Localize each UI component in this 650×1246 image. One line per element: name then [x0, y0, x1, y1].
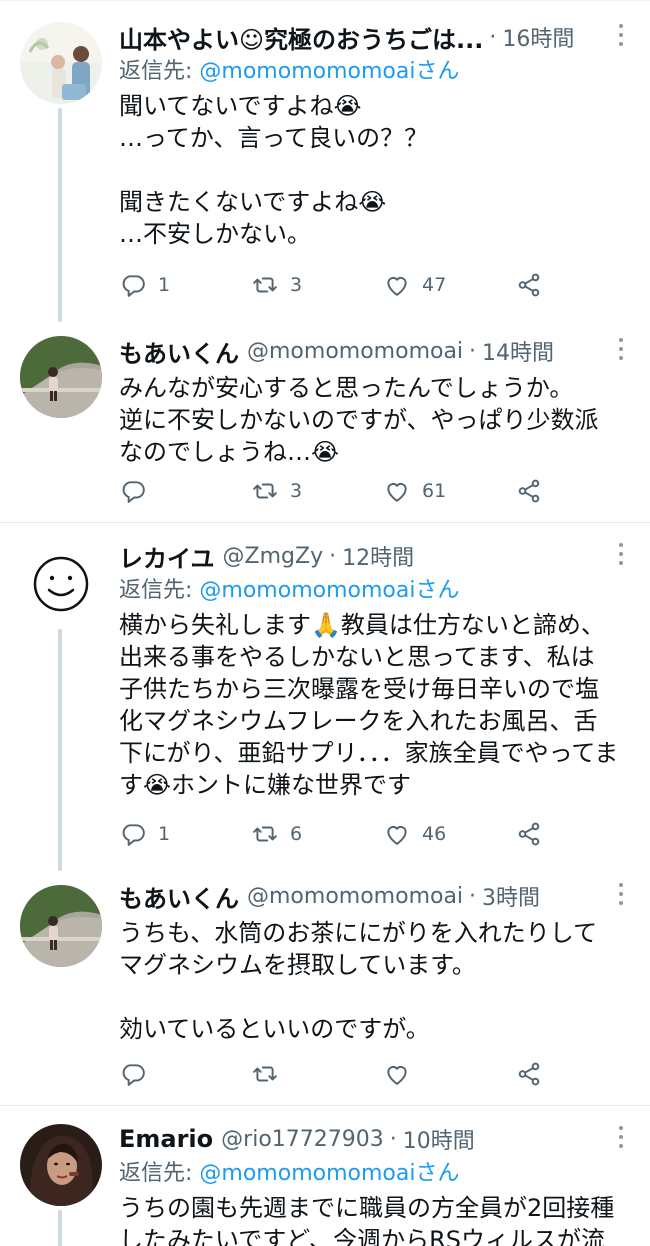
action-bar: 1 3 47: [0, 270, 650, 300]
user-name[interactable]: Emario: [119, 1125, 213, 1153]
like-count: 61: [422, 480, 447, 502]
thread-line: [58, 1210, 62, 1246]
avatar[interactable]: [20, 336, 102, 418]
share-icon: [518, 1062, 540, 1086]
retweet-button[interactable]: 3: [252, 270, 302, 300]
retweet-icon: [253, 1066, 277, 1082]
share-button[interactable]: [516, 476, 542, 506]
avatar[interactable]: [20, 543, 102, 625]
reply-to: 返信先: @momomomomoaiさん: [119, 575, 630, 607]
action-bar: [0, 1059, 650, 1089]
tweet-text: うちも、水筒のお茶ににがりを入れたりして マグネシウムを摂取しています。 効いて…: [119, 919, 598, 1043]
tweet-3[interactable]: レカイユ @ZmgZy · 12時間 返信先: @momomomomoaiさん …: [0, 523, 650, 871]
user-name[interactable]: もあいくん: [119, 879, 239, 914]
reply-icon: [122, 1064, 145, 1086]
share-button[interactable]: [516, 1059, 542, 1089]
reply-button[interactable]: [120, 476, 158, 506]
tweet-2[interactable]: もあいくん @momomomomoai · 14時間 みんなが安心すると思ったん…: [0, 318, 650, 522]
more-icon[interactable]: [618, 883, 624, 909]
like-button[interactable]: 61: [384, 476, 446, 506]
action-bar: 1 6 46: [0, 819, 650, 849]
user-handle[interactable]: @momomomomoai: [247, 884, 463, 909]
retweet-icon: [253, 277, 277, 293]
retweet-icon: [253, 826, 277, 842]
retweet-button[interactable]: 6: [252, 819, 302, 849]
retweet-count: 3: [290, 480, 303, 502]
like-button[interactable]: 46: [384, 819, 446, 849]
share-icon: [518, 479, 540, 503]
reply-to: 返信先: @momomomomoaiさん: [119, 56, 630, 88]
separator-dot: ·: [389, 1126, 397, 1152]
action-bar: 3 61: [0, 476, 650, 506]
reply-button[interactable]: 1: [120, 819, 170, 849]
user-handle[interactable]: @momomomomoai: [247, 339, 463, 364]
reply-button[interactable]: [120, 1059, 158, 1089]
reply-to: 返信先: @momomomomoaiさん: [119, 1158, 630, 1190]
share-button[interactable]: [516, 819, 542, 849]
tweet-text: 聞いてないですよね😭 …ってか、言って良いの？？ 聞きたくないですよね😭 …不安…: [119, 92, 429, 248]
like-button[interactable]: 47: [384, 270, 446, 300]
separator-dot: ·: [489, 24, 497, 50]
user-name[interactable]: 山本やよい☺究極のおうちごは...: [119, 20, 483, 55]
user-name[interactable]: もあいくん: [119, 334, 239, 369]
like-icon: [387, 826, 407, 845]
share-button[interactable]: [516, 270, 542, 300]
timestamp[interactable]: 12時間: [342, 540, 414, 572]
like-icon: [387, 1066, 407, 1085]
avatar[interactable]: [20, 1124, 102, 1206]
retweet-count: 6: [290, 823, 303, 845]
share-icon: [518, 822, 540, 846]
reply-to-label: 返信先:: [119, 1161, 200, 1186]
reply-count: 1: [158, 274, 171, 296]
share-icon: [518, 273, 540, 297]
separator-dot: ·: [469, 338, 477, 364]
tweet-text: みんなが安心すると思ったんでしょうか。 逆に不安しかないのですが、やっぱり少数派…: [119, 374, 599, 466]
reply-icon: [122, 481, 145, 503]
tweet-4[interactable]: もあいくん @momomomomoai · 3時間 うちも、水筒のお茶ににがりを…: [0, 863, 650, 1105]
user-handle[interactable]: @ZmgZy: [223, 544, 324, 569]
timestamp[interactable]: 10時間: [403, 1123, 475, 1155]
like-button[interactable]: [384, 1059, 422, 1089]
tweet-text: 横から失礼します🙏教員は仕方ないと諦め、 出来る事をやるしかないと思ってます、私…: [119, 611, 619, 799]
like-count: 46: [422, 823, 447, 845]
separator-dot: ·: [469, 883, 477, 909]
separator-dot: ·: [329, 543, 337, 569]
reply-icon: [122, 275, 145, 297]
tweet-5[interactable]: Emario @rio17727903 · 10時間 返信先: @momomom…: [0, 1106, 650, 1246]
reply-to-label: 返信先:: [119, 578, 200, 603]
like-count: 47: [422, 274, 447, 296]
reply-count: 1: [158, 823, 171, 845]
retweet-button[interactable]: [252, 1059, 290, 1089]
reply-to-mention[interactable]: @momomomomoaiさん: [199, 1161, 459, 1186]
retweet-count: 3: [290, 274, 303, 296]
retweet-icon: [253, 483, 277, 499]
reply-button[interactable]: 1: [120, 270, 170, 300]
user-handle[interactable]: @rio17727903: [221, 1127, 384, 1152]
reply-to-mention[interactable]: @momomomomoaiさん: [199, 578, 459, 603]
timestamp[interactable]: 14時間: [482, 335, 554, 367]
tweet-1[interactable]: 山本やよい☺究極のおうちごは... · 16時間 返信先: @momomomom…: [0, 0, 650, 322]
retweet-button[interactable]: 3: [252, 476, 302, 506]
reply-to-label: 返信先:: [119, 59, 200, 84]
more-icon[interactable]: [618, 1126, 624, 1152]
like-icon: [387, 483, 407, 502]
more-icon[interactable]: [618, 338, 624, 364]
user-name[interactable]: レカイユ: [119, 539, 215, 574]
timestamp[interactable]: 3時間: [482, 880, 540, 912]
reply-to-mention[interactable]: @momomomomoaiさん: [199, 59, 459, 84]
tweet-text: うちの園も先週までに職員の方全員が2回接種 したみたいですど、今週からRSウィル…: [119, 1194, 615, 1246]
avatar[interactable]: [20, 22, 102, 104]
avatar[interactable]: [20, 885, 102, 967]
more-icon[interactable]: [618, 24, 624, 50]
like-icon: [387, 277, 407, 296]
timestamp[interactable]: 16時間: [502, 21, 574, 53]
reply-icon: [122, 824, 145, 846]
more-icon[interactable]: [618, 543, 624, 569]
